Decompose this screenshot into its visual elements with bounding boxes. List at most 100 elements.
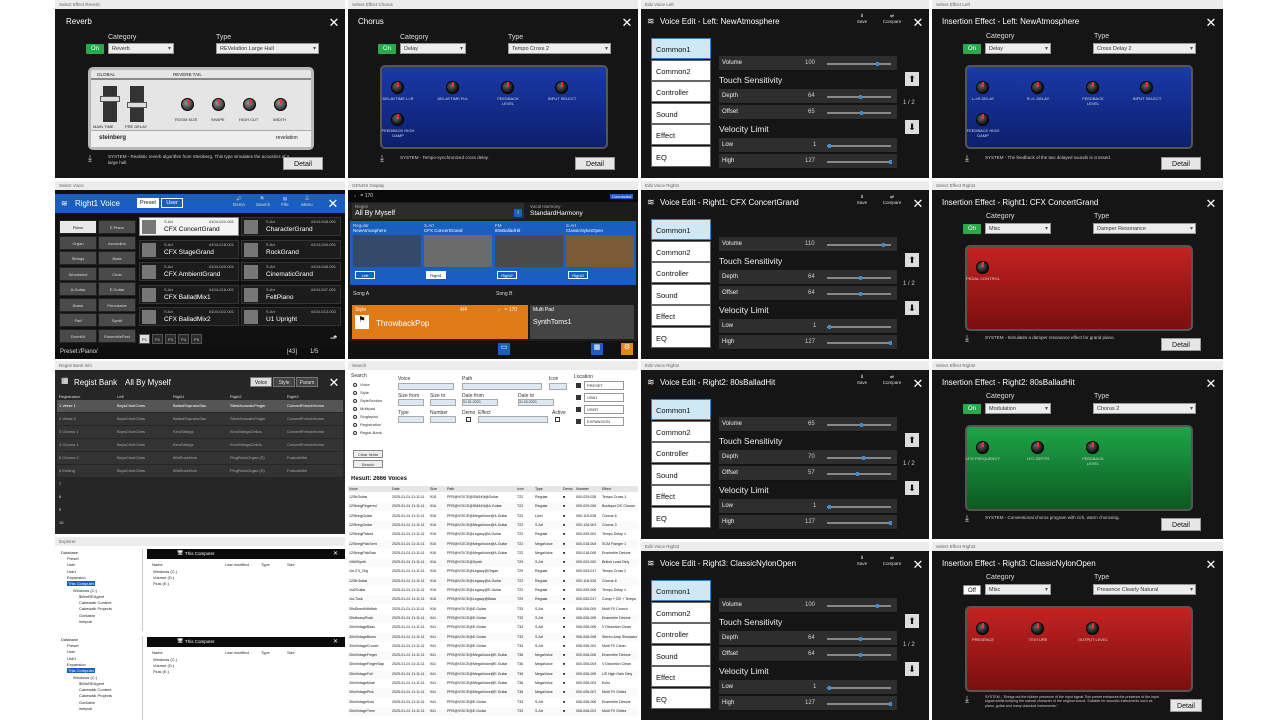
icon-field[interactable] (549, 383, 567, 390)
voice-item[interactable]: S.Art CFX AmbientGrand #104-020-001 (139, 262, 239, 281)
save-button[interactable]: ⬇ Save (854, 374, 870, 385)
type-select[interactable]: Tempo Cross 2 (508, 43, 611, 55)
category-bass[interactable]: Bass (98, 251, 136, 265)
nav-item-sound[interactable]: Sound (651, 463, 711, 485)
preset-tab[interactable]: Preset (137, 198, 159, 208)
radio-voice[interactable] (353, 383, 357, 387)
category-brass[interactable]: Brass (59, 297, 97, 312)
demo-button[interactable]: 🔊 Demo (231, 196, 247, 207)
nav-item-sound[interactable]: Sound (651, 644, 711, 666)
tree-item[interactable]: Windows (C:) (73, 588, 97, 593)
location-checkbox[interactable] (576, 407, 581, 412)
category-percussive[interactable]: Percussive (98, 297, 136, 312)
tree-item[interactable]: Cakewalk Content (79, 600, 111, 605)
voice-item[interactable]: S.Art RockGrand #104-049-001 (241, 239, 341, 259)
download-icon[interactable]: ⤓ (380, 153, 384, 164)
detail-button[interactable]: Detail (1161, 338, 1201, 351)
close-icon[interactable]: ✕ (1204, 197, 1218, 211)
voice-item[interactable]: S.Art FeltPiano #104-047-001 (241, 284, 341, 304)
type-select[interactable]: REVelation Large Hall (216, 43, 319, 55)
nav-item-common1[interactable]: Common1 (651, 580, 711, 601)
nav-item-eq[interactable]: EQ (651, 326, 711, 348)
column-header[interactable]: Effect (602, 487, 611, 491)
location-checkbox[interactable] (576, 419, 581, 424)
low-thumb[interactable] (828, 144, 831, 148)
depth-row[interactable]: Depth 70 (719, 450, 897, 465)
save-button[interactable]: ⬇ Save (854, 555, 870, 566)
tree-item[interactable]: $WinREAgent (79, 681, 104, 686)
radio-stylesection[interactable] (353, 399, 357, 403)
column-header[interactable]: Icon (517, 487, 524, 491)
nav-item-common1[interactable]: Common1 (651, 38, 711, 59)
grid-icon[interactable]: ▦ (591, 343, 603, 355)
compare-button[interactable]: ⇄ Compare (879, 555, 905, 566)
depth-row[interactable]: Depth 64 (719, 270, 897, 285)
category-select[interactable]: Misc (985, 584, 1051, 596)
nav-item-sound[interactable]: Sound (651, 283, 711, 305)
volume-row[interactable]: Volume 100 (719, 56, 897, 71)
category-e-guitar[interactable]: E.Guitar (98, 282, 136, 296)
nav-item-effect[interactable]: Effect (651, 666, 711, 688)
page-up-icon[interactable]: ⬆ (905, 72, 919, 86)
detail-button[interactable]: Detail (283, 157, 323, 170)
tree-item[interactable]: inetpub (79, 619, 92, 624)
save-button[interactable]: ⬇ Save (854, 13, 870, 24)
nav-item-eq[interactable]: EQ (651, 145, 711, 167)
depth-thumb[interactable] (859, 95, 862, 99)
voice-field[interactable] (398, 383, 454, 390)
tree-item[interactable]: Usb1 (67, 569, 76, 574)
knob-1[interactable] (1031, 622, 1044, 635)
high-thumb[interactable] (889, 702, 892, 706)
download-icon[interactable]: ⤓ (965, 513, 969, 524)
high-cut-knob[interactable] (243, 98, 256, 111)
column-header[interactable]: Voice (349, 487, 358, 491)
detail-button[interactable]: Detail (1161, 518, 1201, 531)
path-field[interactable] (462, 383, 542, 390)
user-tab[interactable]: User (161, 198, 183, 208)
tree-item[interactable]: Cakewalk Projects (79, 693, 112, 698)
knob-2[interactable] (1086, 441, 1099, 454)
download-icon[interactable]: ⤓ (965, 694, 969, 705)
low-thumb[interactable] (828, 505, 831, 509)
voice-item[interactable]: S.Art CharacterGrand #104-048-001 (241, 217, 341, 236)
radio-regist-bank[interactable] (353, 431, 357, 435)
offset-row[interactable]: Offset 57 (719, 466, 897, 481)
depth-row[interactable]: Depth 64 (719, 89, 897, 104)
knob-1[interactable] (1031, 81, 1044, 94)
column-header[interactable]: Demo (563, 487, 573, 491)
category-choir[interactable]: Choir (98, 266, 136, 281)
category-a-guitar[interactable]: A.Guitar (59, 282, 97, 296)
settings-icon[interactable]: ⚙ (621, 343, 633, 355)
page-down-icon[interactable]: ⬇ (905, 662, 919, 676)
category-select[interactable]: Reverb (108, 43, 174, 55)
active-checkbox[interactable] (555, 417, 560, 422)
tab-style[interactable]: Style (273, 377, 295, 387)
column-header[interactable]: Type (261, 562, 270, 567)
tree-item[interactable]: Expansion (67, 575, 86, 580)
radio-multipad[interactable] (353, 407, 357, 411)
download-icon[interactable]: ⤓ (965, 333, 969, 344)
voice-item[interactable]: S.Art CFX StageGrand #104-018-001 (139, 239, 239, 259)
compare-button[interactable]: ⇄ Compare (879, 194, 905, 205)
page-tab-p2[interactable]: P2 (152, 334, 163, 344)
volume-row[interactable]: Volume 110 (719, 237, 897, 252)
menu-button[interactable]: ☰ Menu (298, 196, 316, 207)
number-field[interactable] (430, 416, 456, 423)
knob-0[interactable] (976, 622, 989, 635)
download-icon[interactable]: ⤓ (88, 153, 92, 164)
detail-button[interactable]: Detail (575, 157, 615, 170)
size-to-field[interactable] (430, 399, 456, 406)
volume-thumb[interactable] (876, 62, 879, 66)
high-thumb[interactable] (889, 341, 892, 345)
category-woodwind[interactable]: Woodwind (59, 266, 97, 281)
file-item[interactable]: Flusi (E:) (153, 581, 169, 586)
tree-item[interactable]: Cakewalk Content (79, 687, 111, 692)
clear-fields-button[interactable]: Clear fields (353, 450, 383, 458)
column-header[interactable]: Name (152, 562, 163, 567)
page-tab-p3[interactable]: P3 (165, 334, 176, 344)
on-toggle[interactable]: On (378, 44, 396, 54)
column-header[interactable]: Type (535, 487, 543, 491)
save-button[interactable]: ⬇ Save (854, 194, 870, 205)
page-up-icon[interactable]: ⬆ (905, 614, 919, 628)
tree-item[interactable]: Expansion (67, 662, 86, 667)
